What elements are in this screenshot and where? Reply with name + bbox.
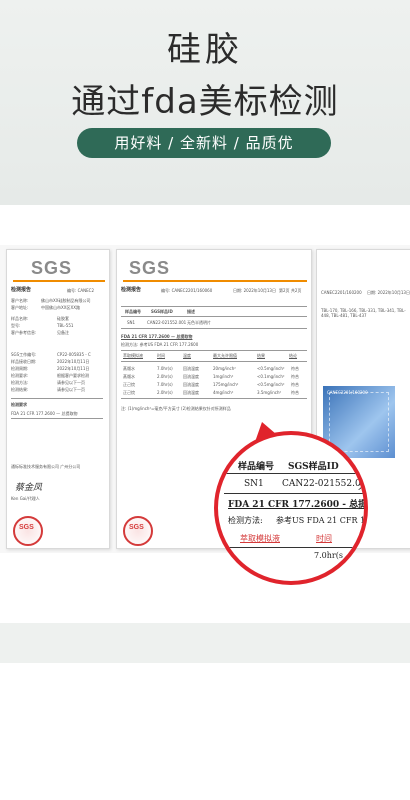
- zoom-section-title: FDA 21 CFR 177.2600 - 总提取物: [228, 500, 368, 510]
- zoom-col-sample-no: 样品编号: [238, 462, 275, 472]
- zoom-col-simulant: 萃取模拟液: [240, 534, 280, 543]
- zoom-col-time: 时间: [316, 534, 332, 543]
- magnifier-pointer: [224, 422, 290, 530]
- zoom-rule: [224, 493, 364, 494]
- zoom-sample-id: CAN22-021552.001: [282, 479, 368, 489]
- zoom-time-value: 7.0hr(s: [314, 551, 343, 560]
- zoom-method-value: 参考US FDA 21 CFR 177: [276, 516, 368, 525]
- magnifier-zoom: 样品编号 SGS样品ID 描 SN1 CAN22-021552.001 无 FD…: [214, 431, 368, 585]
- zoom-sn: SN1: [244, 479, 264, 489]
- zoom-rule: [224, 547, 364, 548]
- zoom-col-sgs-id: SGS样品ID: [288, 462, 339, 472]
- zoom-method-label: 检测方法:: [228, 516, 263, 525]
- zoom-rule: [224, 473, 364, 474]
